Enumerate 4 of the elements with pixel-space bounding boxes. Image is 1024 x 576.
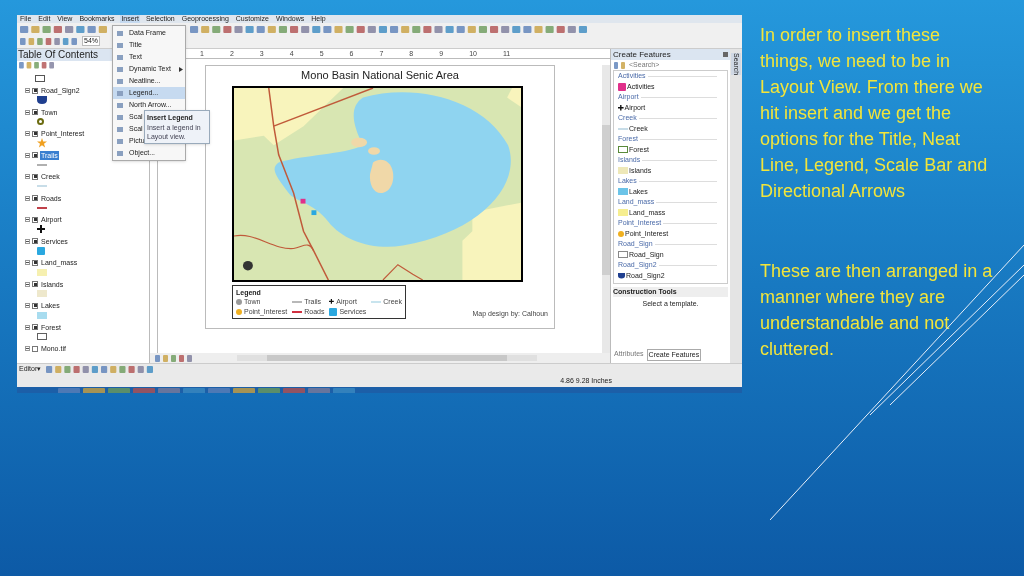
- map-title: Mono Basin National Senic Area: [301, 69, 459, 82]
- slide-paragraph: These are then arranged in a manner where they are understandable and not cluttered.: [760, 260, 994, 361]
- slide-paragraph: In order to insert these things, we need to be in Layout View. From there we hit insert and we get the options for the Title, Neat Line, Legend, Scale Bar and Directional Arrows: [760, 24, 989, 203]
- panel-title: Create Features: [613, 49, 671, 60]
